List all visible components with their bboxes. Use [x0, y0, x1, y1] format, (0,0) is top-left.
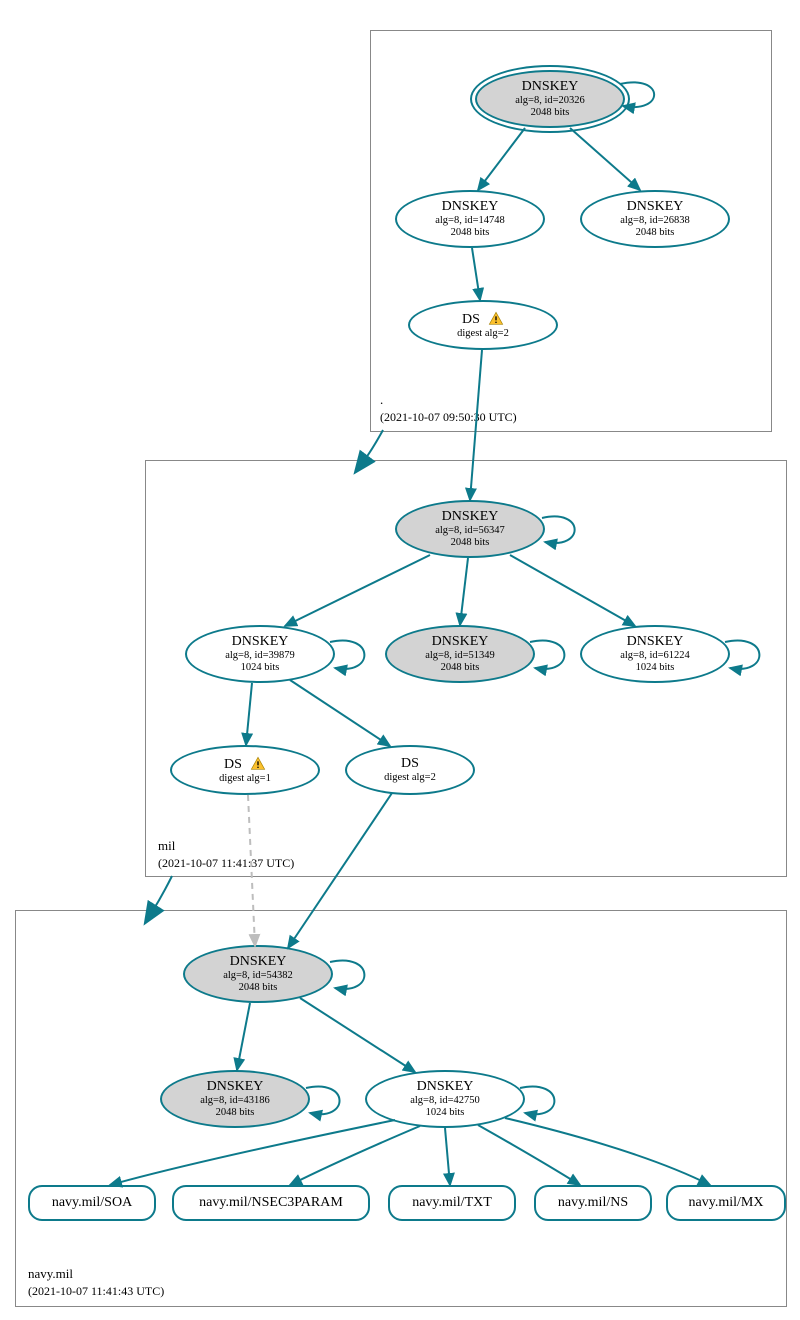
zone-root-name: . — [380, 392, 383, 407]
root-ksk: DNSKEY alg=8, id=20326 2048 bits — [475, 70, 625, 128]
navy-zsk-42750: DNSKEY alg=8, id=42750 1024 bits — [365, 1070, 525, 1128]
mil-ksk: DNSKEY alg=8, id=56347 2048 bits — [395, 500, 545, 558]
zone-root-label: . (2021-10-07 09:50:30 UTC) — [380, 392, 517, 426]
node-sub2: 2048 bits — [531, 107, 570, 119]
mil-zsk-39879: DNSKEY alg=8, id=39879 1024 bits — [185, 625, 335, 683]
rr-txt: navy.mil/TXT — [388, 1185, 516, 1221]
rr-ns: navy.mil/NS — [534, 1185, 652, 1221]
mil-zsk-51349: DNSKEY alg=8, id=51349 2048 bits — [385, 625, 535, 683]
root-ds: DS digest alg=2 — [408, 300, 558, 350]
warning-icon — [250, 756, 266, 772]
zone-navy-name: navy.mil — [28, 1266, 73, 1281]
zone-root-ts: (2021-10-07 09:50:30 UTC) — [380, 410, 517, 424]
zone-navy-label: navy.mil (2021-10-07 11:41:43 UTC) — [28, 1266, 164, 1300]
mil-ds2: DS digest alg=2 — [345, 745, 475, 795]
mil-ds1: DS digest alg=1 — [170, 745, 320, 795]
rr-mx: navy.mil/MX — [666, 1185, 786, 1221]
rr-soa: navy.mil/SOA — [28, 1185, 156, 1221]
zone-mil-label: mil (2021-10-07 11:41:37 UTC) — [158, 838, 294, 872]
rr-nsec3: navy.mil/NSEC3PARAM — [172, 1185, 370, 1221]
mil-zsk-61224: DNSKEY alg=8, id=61224 1024 bits — [580, 625, 730, 683]
node-sub1: alg=8, id=20326 — [515, 95, 585, 107]
root-zsk-14748: DNSKEY alg=8, id=14748 2048 bits — [395, 190, 545, 248]
zone-mil-name: mil — [158, 838, 175, 853]
zone-mil-ts: (2021-10-07 11:41:37 UTC) — [158, 856, 294, 870]
navy-ksk: DNSKEY alg=8, id=54382 2048 bits — [183, 945, 333, 1003]
node-title: DNSKEY — [522, 79, 579, 95]
warning-icon — [488, 311, 504, 327]
navy-zsk-43186: DNSKEY alg=8, id=43186 2048 bits — [160, 1070, 310, 1128]
root-zsk-26838: DNSKEY alg=8, id=26838 2048 bits — [580, 190, 730, 248]
zone-navy-ts: (2021-10-07 11:41:43 UTC) — [28, 1284, 164, 1298]
